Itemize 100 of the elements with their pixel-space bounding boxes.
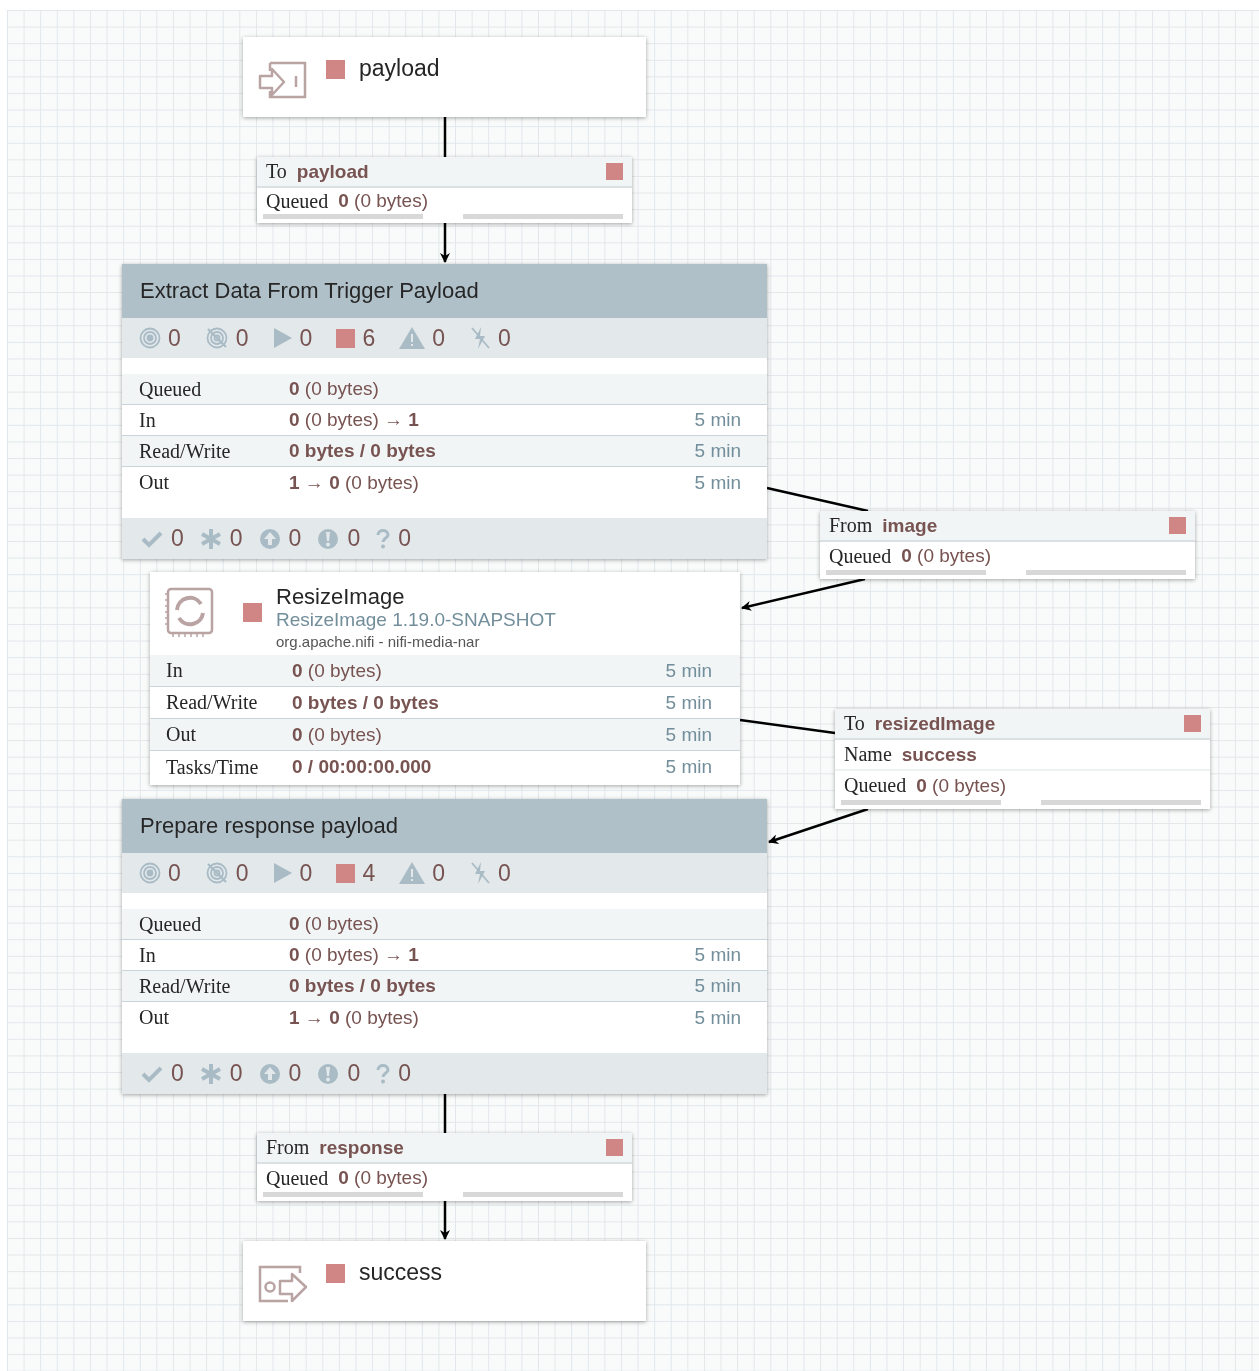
stat-label: Out (166, 723, 197, 746)
connection-label[interactable]: To resizedImage Name success Queued 0 (0 bytes) (835, 709, 1210, 809)
disabled-icon (469, 326, 491, 350)
connection-line[interactable] (443, 117, 447, 157)
stat-label: In (166, 659, 184, 682)
connection-field-value: success (901, 743, 977, 766)
stat-value: 1 → 0 (0 bytes) (289, 1006, 419, 1029)
process-group-card[interactable]: Prepare response payload 0 0 0 4 0 0 Queued 0 (0 bytes) In 0 (0 bytes) → 1 5 min Read/Write 0 bytes / 0 bytes 5 min Out 1 → 0 (0 bytes) 5 min 0 0 0 0 0 (122, 799, 767, 1094)
version-count: 0 (347, 1060, 361, 1087)
connection-field-value: image (882, 514, 938, 537)
version-count: 0 (229, 1060, 243, 1087)
connection-line[interactable] (739, 718, 836, 735)
status-count: 0 (498, 324, 511, 352)
queued-value: 0 (0 bytes) (338, 190, 428, 212)
connection-field-label: From (266, 1136, 310, 1159)
connection-label[interactable]: To payload Queued 0 (0 bytes) (257, 157, 632, 223)
stat-window: 5 min (694, 440, 741, 462)
status-count: 4 (362, 859, 376, 887)
version-count: 0 (171, 1060, 184, 1087)
processor-icon (165, 586, 215, 638)
stat-window: 5 min (694, 975, 741, 997)
version-count: 0 (347, 525, 361, 552)
stat-label: Queued (139, 912, 203, 936)
version-count: 0 (398, 1060, 411, 1087)
transmitting-icon (139, 862, 161, 884)
status-count: 0 (299, 859, 313, 887)
asterisk-icon (199, 1062, 222, 1085)
status-count: 6 (362, 324, 376, 352)
check-icon (141, 1064, 163, 1083)
stat-value: 0 (0 bytes) (289, 378, 379, 400)
port-card[interactable]: payload (243, 37, 646, 117)
queued-label: Queued (266, 1166, 329, 1190)
warning-icon (399, 327, 426, 349)
port-name: payload (359, 55, 440, 82)
stat-label: In (139, 943, 157, 967)
stat-label: Queued (139, 377, 203, 401)
connection-field-value: payload (296, 160, 369, 183)
question-icon (376, 1063, 391, 1084)
status-count: 0 (168, 324, 181, 352)
connection-field-label: Name (844, 743, 892, 766)
processor-card[interactable]: ResizeImage ResizeImage 1.19.0-SNAPSHOT org.apache.nifi - nifi-media-nar In 0 (0 bytes) 5 min Read/Write 0 bytes / 0 bytes 5 min Out 0 (0 bytes) 5 min Tasks/Time 0 / 00:00:00.000 5 min (150, 572, 740, 785)
stat-value: 0 (0 bytes) → 1 (289, 944, 419, 966)
connection-label[interactable]: From response Queued 0 (0 bytes) (257, 1133, 632, 1201)
upload-icon (258, 1062, 281, 1085)
connection-field-value: resizedImage (874, 712, 996, 735)
status-count: 0 (432, 324, 445, 352)
connection-label[interactable]: From image Queued 0 (0 bytes) (820, 511, 1195, 579)
stop-icon (336, 328, 356, 348)
connection-line[interactable] (443, 1094, 447, 1133)
stat-window: 5 min (694, 471, 741, 494)
stat-value: 0 (0 bytes) (292, 723, 382, 746)
check-icon (141, 529, 163, 548)
connection-line[interactable] (766, 486, 869, 513)
status-count: 0 (498, 859, 511, 887)
stat-window: 5 min (665, 723, 712, 746)
process-group-title: Extract Data From Trigger Payload (140, 278, 479, 304)
process-group-card[interactable]: Extract Data From Trigger Payload 0 0 0 6 0 0 Queued 0 (0 bytes) In 0 (0 bytes) → 1 5 min Read/Write 0 bytes / 0 bytes 5 min Out 1 → 0 (0 bytes) 5 min 0 0 0 0 0 (122, 264, 767, 559)
stat-value: 0 (0 bytes) → 1 (289, 409, 419, 431)
port-card[interactable]: success (243, 1241, 646, 1321)
version-count: 0 (171, 525, 184, 552)
alert-icon (317, 527, 340, 550)
queued-label: Queued (844, 774, 907, 797)
stat-label: Read/Write (139, 439, 232, 463)
status-count: 0 (168, 859, 181, 887)
stat-value: 0 (0 bytes) (292, 659, 382, 682)
status-count: 0 (235, 859, 249, 887)
connection-arrow[interactable] (741, 577, 866, 611)
stat-value: 0 / 00:00:00.000 (292, 756, 432, 778)
queued-value: 0 (0 bytes) (338, 1167, 428, 1189)
connection-field-value: response (319, 1136, 404, 1159)
connection-arrow[interactable] (440, 223, 450, 263)
stat-window: 5 min (694, 944, 741, 966)
port-name: success (359, 1259, 443, 1286)
stat-label: Out (139, 1006, 170, 1029)
connection-field-label: To (266, 160, 287, 183)
play-icon (272, 327, 293, 349)
connection-arrow[interactable] (768, 807, 869, 844)
stat-window: 5 min (694, 1006, 741, 1029)
not-transmitting-icon (204, 861, 229, 885)
stat-window: 5 min (694, 409, 741, 431)
stat-value: 1 → 0 (0 bytes) (289, 471, 419, 494)
stat-value: 0 (0 bytes) (289, 913, 379, 935)
version-count: 0 (229, 525, 243, 552)
version-count: 0 (288, 1060, 302, 1087)
stat-window: 5 min (665, 691, 712, 714)
stat-value: 0 bytes / 0 bytes (292, 691, 439, 714)
upload-icon (258, 527, 281, 550)
transmitting-icon (139, 327, 161, 349)
process-group-title: Prepare response payload (140, 813, 399, 839)
stat-window: 5 min (665, 756, 712, 778)
asterisk-icon (199, 527, 222, 550)
stat-label: Read/Write (139, 974, 232, 998)
connection-arrow[interactable] (440, 1201, 450, 1240)
version-count: 0 (288, 525, 302, 552)
stat-label: Out (139, 471, 170, 494)
processor-bundle: org.apache.nifi - nifi-media-nar (276, 632, 481, 652)
disabled-icon (469, 861, 491, 885)
stat-value: 0 bytes / 0 bytes (289, 440, 436, 462)
warning-icon (399, 862, 426, 884)
status-count: 0 (299, 324, 313, 352)
